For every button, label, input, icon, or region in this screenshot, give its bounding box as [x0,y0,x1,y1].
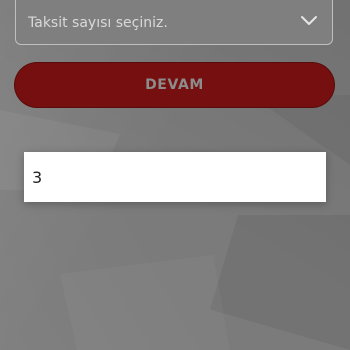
installment-select[interactable]: Taksit sayısı seçiniz. [15,0,333,45]
installment-option[interactable]: 3 [24,152,326,202]
installment-options-list: 3 [24,152,326,202]
background-facet [210,215,350,350]
continue-button-label: DEVAM [145,77,204,93]
continue-button[interactable]: DEVAM [14,62,335,108]
installment-option-label: 3 [32,167,43,187]
background-facet [60,255,230,350]
chevron-down-icon[interactable] [300,15,318,27]
installment-select-placeholder: Taksit sayısı seçiniz. [28,15,168,31]
